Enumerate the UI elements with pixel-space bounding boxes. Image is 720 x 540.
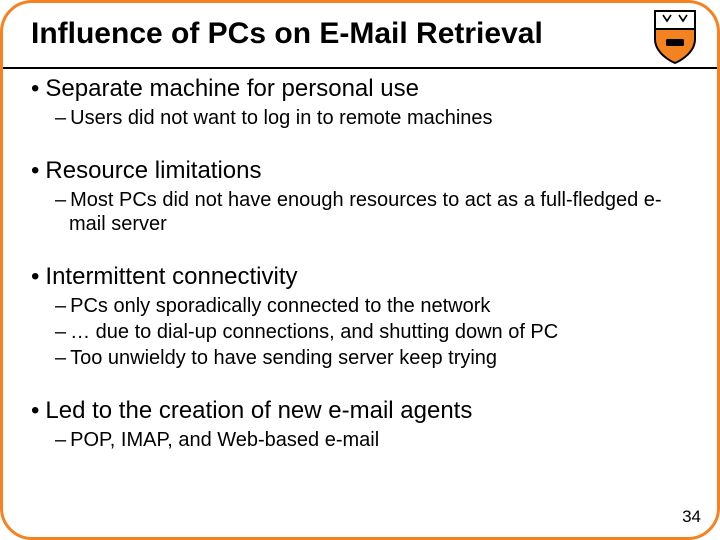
bullet-text: Separate machine for personal use [45, 75, 419, 102]
bullet-item: •Led to the creation of new e-mail agent… [31, 396, 689, 426]
sub-text: … due to dial-up connections, and shutti… [70, 321, 558, 343]
sub-item: –Users did not want to log in to remote … [45, 106, 689, 130]
sub-item: –PCs only sporadically connected to the … [45, 294, 689, 318]
sub-text: Most PCs did not have enough resources t… [69, 189, 662, 235]
bullet-marker: • [31, 397, 39, 424]
sub-text: Too unwieldy to have sending server keep… [70, 347, 497, 369]
bullet-text: Resource limitations [45, 157, 261, 184]
sub-marker: – [55, 429, 66, 451]
princeton-shield-icon [653, 9, 697, 65]
sub-item: –POP, IMAP, and Web-based e-mail [45, 428, 689, 452]
bullet-item: •Intermittent connectivity [31, 262, 689, 292]
sub-marker: – [55, 347, 66, 369]
slide-frame: Influence of PCs on E-Mail Retrieval •Se… [0, 0, 720, 540]
sub-marker: – [55, 107, 66, 129]
title-area: Influence of PCs on E-Mail Retrieval [3, 3, 717, 54]
slide-body: •Separate machine for personal use –User… [3, 54, 717, 452]
bullet-marker: • [31, 157, 39, 184]
title-underline [3, 67, 717, 69]
bullet-text: Intermittent connectivity [45, 263, 297, 290]
sub-text: PCs only sporadically connected to the n… [70, 295, 490, 317]
slide-title: Influence of PCs on E-Mail Retrieval [31, 17, 689, 50]
sub-item: –… due to dial-up connections, and shutt… [45, 320, 689, 344]
bullet-text: Led to the creation of new e-mail agents [45, 397, 472, 424]
sub-text: POP, IMAP, and Web-based e-mail [70, 429, 379, 451]
sub-text: Users did not want to log in to remote m… [70, 107, 492, 129]
bullet-marker: • [31, 75, 39, 102]
sub-marker: – [55, 321, 66, 343]
slide-number: 34 [682, 507, 701, 527]
sub-item: –Most PCs did not have enough resources … [45, 188, 689, 236]
bullet-item: •Resource limitations [31, 156, 689, 186]
bullet-marker: • [31, 263, 39, 290]
sub-item: –Too unwieldy to have sending server kee… [45, 346, 689, 370]
sub-marker: – [55, 189, 66, 211]
sub-marker: – [55, 295, 66, 317]
bullet-item: •Separate machine for personal use [31, 74, 689, 104]
